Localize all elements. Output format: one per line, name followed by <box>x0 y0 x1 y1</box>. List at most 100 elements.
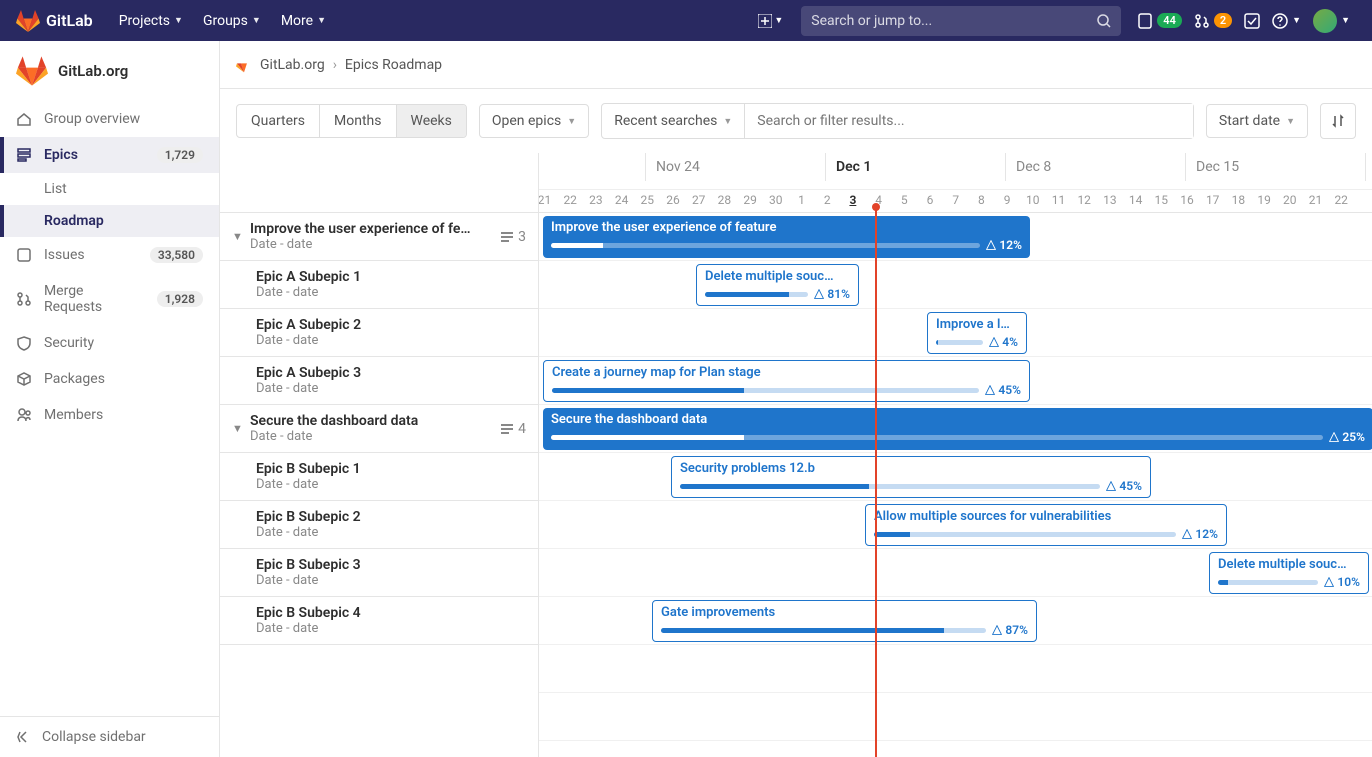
progress-pct: 87% <box>992 623 1028 637</box>
collapse-sidebar[interactable]: Collapse sidebar <box>0 716 219 757</box>
epic-row[interactable]: Epic B Subepic 3Date - date <box>220 549 538 597</box>
epic-bar-title: Gate improvements <box>661 605 1028 620</box>
week-header: Dec 15 <box>1185 153 1249 181</box>
sidebar-item-issues[interactable]: Issues 33,580 <box>0 237 219 273</box>
progress-pct: 81% <box>814 287 850 301</box>
check-square-icon <box>1244 13 1260 29</box>
epic-bar[interactable]: Secure the dashboard data25% <box>543 408 1372 450</box>
seg-weeks[interactable]: Weeks <box>397 105 466 137</box>
sort-label: Start date <box>1219 113 1280 129</box>
epic-child-count: 3 <box>500 229 526 245</box>
epic-date: Date - date <box>256 621 526 636</box>
search-input[interactable] <box>811 13 1097 29</box>
epic-date: Date - date <box>250 237 500 252</box>
nav-groups[interactable]: Groups▼ <box>195 7 269 35</box>
day-header: 14 <box>1123 193 1148 207</box>
nav-projects-label: Projects <box>119 13 170 29</box>
day-header: 23 <box>583 193 608 207</box>
epic-title: Epic B Subepic 4 <box>256 605 526 621</box>
breadcrumb-group[interactable]: GitLab.org <box>260 57 325 73</box>
epic-row[interactable]: ▼Improve the user experience of fe…Date … <box>220 213 538 261</box>
sort-dropdown[interactable]: Start date ▼ <box>1206 104 1308 138</box>
epic-bar[interactable]: Improve a l…4% <box>927 312 1027 354</box>
epic-date: Date - date <box>256 573 526 588</box>
epic-date: Date - date <box>256 285 526 300</box>
epic-row[interactable]: Epic B Subepic 1Date - date <box>220 453 538 501</box>
epic-row[interactable]: Epic B Subepic 2Date - date <box>220 501 538 549</box>
chevron-down-icon: ▼ <box>567 116 576 127</box>
user-menu[interactable]: ▼ <box>1307 5 1356 37</box>
progress-pct: 45% <box>985 383 1021 397</box>
gitlab-logo[interactable]: GitLab <box>16 9 93 33</box>
caret-down-icon[interactable]: ▼ <box>232 230 250 243</box>
nav-projects[interactable]: Projects ▼ <box>111 7 191 35</box>
chevron-down-icon: ▼ <box>174 15 183 26</box>
epic-row[interactable]: Epic A Subepic 1Date - date <box>220 261 538 309</box>
sidebar-item-members[interactable]: Members <box>0 397 219 433</box>
epic-row[interactable]: Epic B Subepic 4Date - date <box>220 597 538 645</box>
epic-bar[interactable]: Delete multiple souc…81% <box>696 264 859 306</box>
day-header: 10 <box>1020 193 1045 207</box>
sidebar-sub-list[interactable]: List <box>0 173 219 205</box>
epic-bar[interactable]: Improve the user experience of feature12… <box>543 216 1030 258</box>
caret-down-icon[interactable]: ▼ <box>232 422 250 435</box>
mr-badge: 2 <box>1214 13 1232 28</box>
sidebar-sub-roadmap[interactable]: Roadmap <box>0 205 219 237</box>
epic-date: Date - date <box>250 429 500 444</box>
day-header: 9 <box>995 193 1020 207</box>
recent-searches[interactable]: Recent searches ▼ <box>602 104 745 138</box>
global-search[interactable] <box>801 6 1121 36</box>
epic-title: Epic A Subepic 3 <box>256 365 526 381</box>
sidebar-item-label: Packages <box>44 371 105 387</box>
filter-input[interactable] <box>745 104 1193 138</box>
epic-row[interactable]: Epic A Subepic 2Date - date <box>220 309 538 357</box>
help-button[interactable]: ▼ <box>1266 9 1307 33</box>
epic-row[interactable]: ▼Secure the dashboard dataDate - date4 <box>220 405 538 453</box>
sidebar-item-merge-requests[interactable]: Merge Requests 1,928 <box>0 273 219 325</box>
timeline[interactable]: 7Nov 24Dec 1Dec 8Dec 15D 212223242526272… <box>539 153 1372 757</box>
epic-bar[interactable]: Delete multiple souc…10% <box>1209 552 1369 594</box>
sidebar-item-packages[interactable]: Packages <box>0 361 219 397</box>
day-header: 15 <box>1149 193 1174 207</box>
today-line <box>875 207 877 757</box>
sidebar-item-label: Group overview <box>44 111 140 127</box>
epic-bar[interactable]: Gate improvements 87% <box>652 600 1037 642</box>
open-epics-dropdown[interactable]: Open epics ▼ <box>479 104 589 138</box>
package-icon <box>16 371 32 387</box>
mr-button[interactable]: 2 <box>1188 9 1238 33</box>
sidebar-item-overview[interactable]: Group overview <box>0 101 219 137</box>
epic-bar[interactable]: Create a journey map for Plan stage45% <box>543 360 1030 402</box>
epic-bar[interactable]: Allow multiple sources for vulnerabiliti… <box>865 504 1227 546</box>
chevron-down-icon: ▼ <box>1341 15 1350 26</box>
epic-bar-title: Improve the user experience of feature <box>551 220 1022 235</box>
day-header: 8 <box>969 193 994 207</box>
chevron-down-icon: ▼ <box>1286 116 1295 127</box>
epic-child-count: 4 <box>500 421 526 437</box>
breadcrumb: GitLab.org › Epics Roadmap <box>220 41 1372 89</box>
todos-button[interactable]: 44 <box>1131 9 1188 33</box>
day-header: 21 <box>1303 193 1328 207</box>
plus-button[interactable]: ▼ <box>750 8 791 34</box>
gantt-row: Create a journey map for Plan stage45% <box>539 357 1372 405</box>
week-header: Dec 1 <box>825 153 881 181</box>
todos-check-button[interactable] <box>1238 9 1266 33</box>
progress-bar <box>552 388 979 393</box>
group-header[interactable]: GitLab.org <box>0 41 219 101</box>
week-header: Nov 24 <box>645 153 710 181</box>
day-header: 11 <box>1046 193 1071 207</box>
sidebar-item-security[interactable]: Security <box>0 325 219 361</box>
epic-bar[interactable]: Security problems 12.b45% <box>671 456 1151 498</box>
nav-more[interactable]: More▼ <box>273 7 334 35</box>
sidebar-item-label: Merge Requests <box>44 283 145 315</box>
progress-bar <box>661 628 986 633</box>
seg-quarters[interactable]: Quarters <box>237 105 320 137</box>
sidebar-item-epics[interactable]: Epics 1,729 <box>0 137 219 173</box>
day-header: 16 <box>1175 193 1200 207</box>
epic-row[interactable]: Epic A Subepic 3Date - date <box>220 357 538 405</box>
group-avatar-icon <box>16 55 48 87</box>
epic-title: Epic B Subepic 1 <box>256 461 526 477</box>
day-header: 22 <box>558 193 583 207</box>
recent-searches-label: Recent searches <box>614 113 717 129</box>
seg-months[interactable]: Months <box>320 105 396 137</box>
sort-direction-button[interactable] <box>1320 103 1356 139</box>
